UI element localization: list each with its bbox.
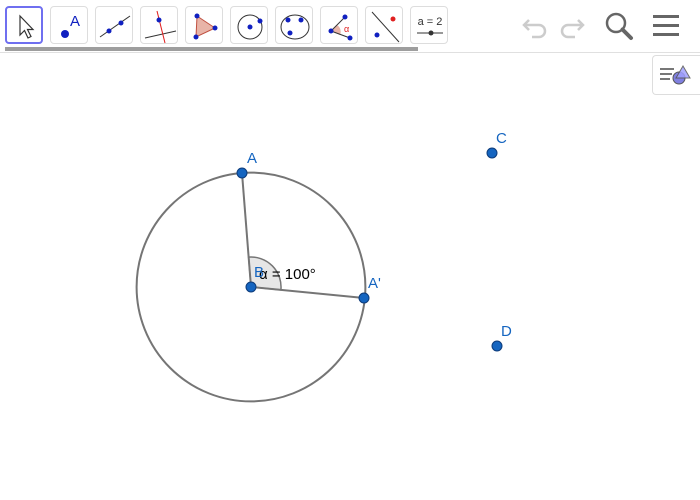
segment-BA[interactable] [241, 172, 252, 288]
label-A: A [247, 150, 257, 167]
segment-BA-prime[interactable] [250, 286, 365, 299]
slider-tool-label: a = 2 [418, 16, 443, 28]
point-A-prime[interactable] [358, 292, 370, 304]
move-tool-button[interactable] [5, 6, 43, 44]
label-C: C [496, 130, 507, 147]
point-C[interactable] [486, 147, 498, 159]
angle-label: α = 100° [259, 266, 316, 283]
slider-tool-button[interactable]: a = 2 [410, 6, 448, 44]
circle-three-points-tool-button[interactable] [275, 6, 313, 44]
redo-icon[interactable] [557, 10, 587, 40]
point-B[interactable] [245, 281, 257, 293]
polygon-icon [193, 13, 218, 40]
graphics-view[interactable]: α = 100° A B A' C D [0, 53, 700, 500]
undo-icon[interactable] [520, 10, 550, 40]
polygon-tool-button[interactable] [185, 6, 223, 44]
point-tool-button[interactable]: A [50, 6, 88, 44]
reflect-tool-button[interactable] [365, 6, 403, 44]
label-A-prime: A' [368, 275, 381, 292]
perpendicular-line-tool-button[interactable] [140, 6, 178, 44]
angle-tool-button[interactable]: α [320, 6, 358, 44]
search-icon[interactable] [603, 10, 635, 42]
slider-icon: a = 2 [417, 16, 443, 36]
angle-tool-label: α [344, 24, 349, 34]
label-D: D [501, 323, 512, 340]
circle-center-point-tool-button[interactable] [230, 6, 268, 44]
menu-icon[interactable] [651, 10, 681, 40]
angle-icon: α [328, 14, 353, 41]
label-B: B [254, 264, 264, 281]
reflect-about-line-icon [371, 11, 400, 43]
line-tool-button[interactable] [95, 6, 133, 44]
cursor-arrow-icon [19, 14, 35, 39]
circle-center-icon [237, 14, 263, 40]
toolbar-scrollbar[interactable] [5, 47, 418, 51]
circle-three-points-icon [280, 14, 310, 40]
perpendicular-line-icon [144, 10, 177, 44]
point-A[interactable] [236, 167, 248, 179]
point-tool-label: A [70, 13, 80, 30]
toolbar: A α a = 2 [0, 0, 700, 52]
point-D[interactable] [491, 340, 503, 352]
line-through-points-icon [99, 15, 131, 38]
point-icon: A [61, 13, 80, 38]
